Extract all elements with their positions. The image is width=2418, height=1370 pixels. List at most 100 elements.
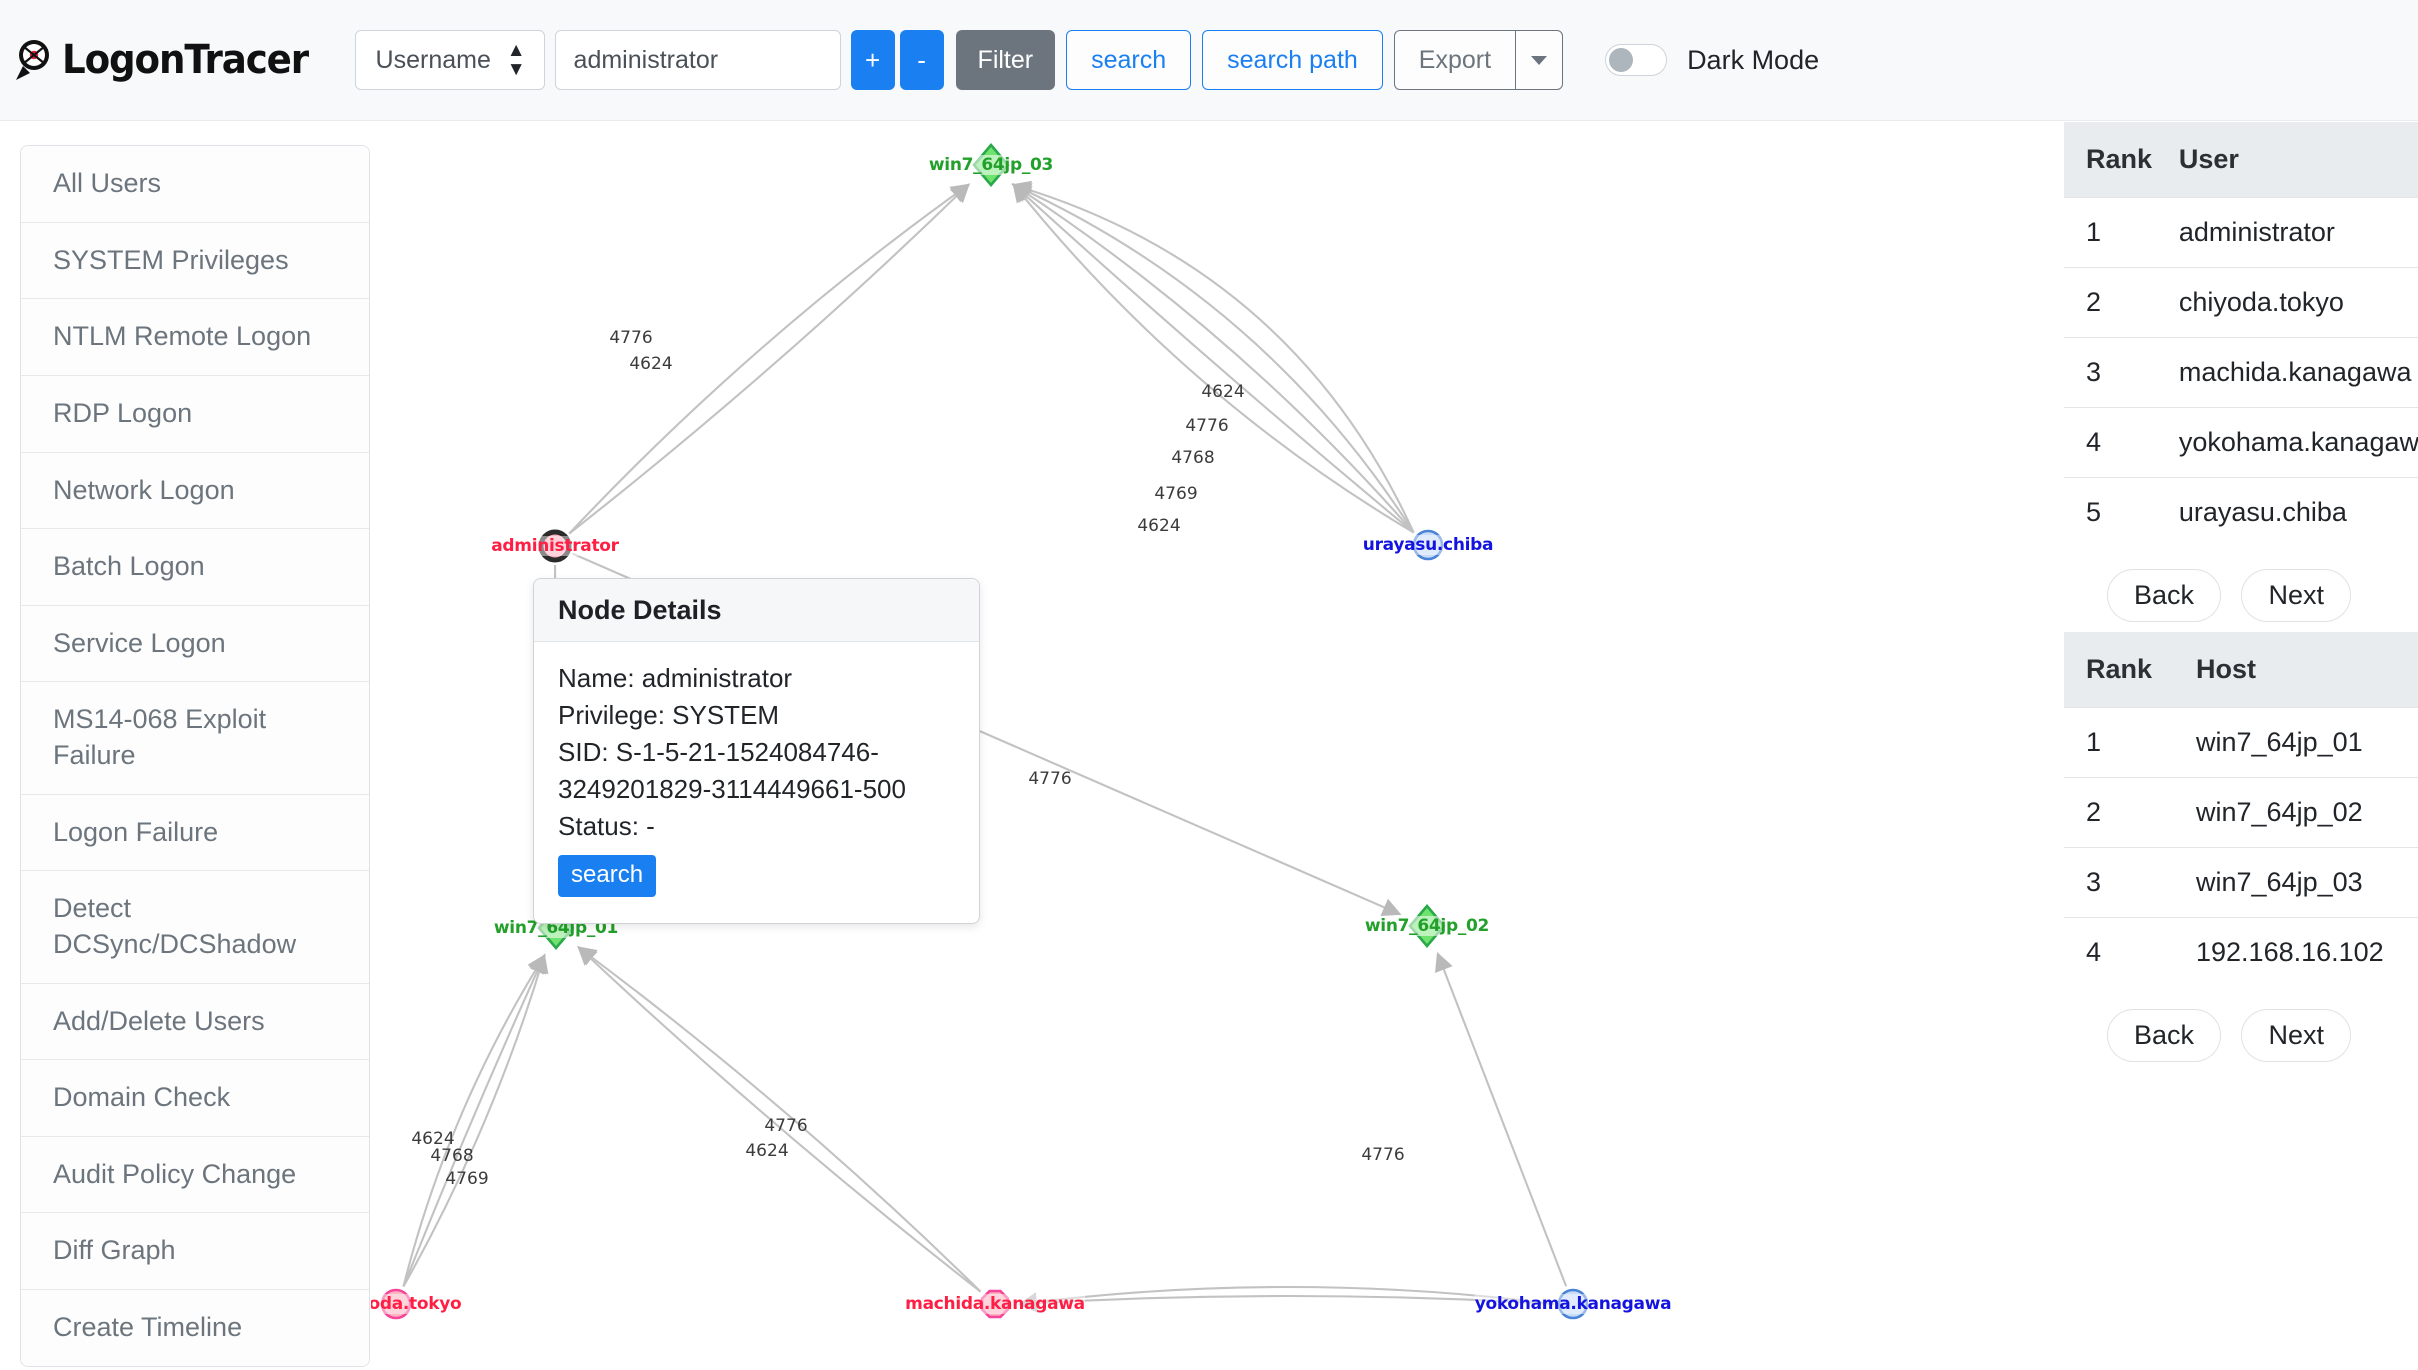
- sidebar-item-label: MS14-068 Exploit Failure: [53, 704, 267, 770]
- rank-panel: Rank User 1 administrator 2 chiyoda.tokyo 3 mac…: [2064, 122, 2418, 1370]
- search-input[interactable]: [554, 30, 841, 90]
- sidebar-item-ms14-068-exploit-failure[interactable]: MS14-068 Exploit Failure: [21, 682, 369, 795]
- host-rank-back-button[interactable]: Back: [2106, 1009, 2222, 1062]
- export-button-group: Export: [1393, 30, 1564, 90]
- name-cell[interactable]: administrator: [2156, 197, 2418, 268]
- table-row[interactable]: 3 win7_64jp_03: [2064, 847, 2418, 918]
- sidebar-item-ntlm-remote-logon[interactable]: NTLM Remote Logon: [21, 299, 369, 376]
- sidebar-item-rdp-logon[interactable]: RDP Logon: [21, 375, 369, 453]
- table-row[interactable]: 1 administrator: [2064, 197, 2418, 268]
- sidebar-item-batch-logon[interactable]: Batch Logon: [21, 529, 369, 606]
- sidebar-item-label: Service Logon: [53, 627, 226, 658]
- sidebar-menu: All Users SYSTEM Privileges NTLM Remote Lo…: [20, 145, 370, 1367]
- graph-edge-label: 4776: [764, 1116, 808, 1136]
- export-dropdown-toggle[interactable]: [1515, 30, 1564, 90]
- table-row[interactable]: 4 yokohama.kanagawa: [2064, 407, 2418, 478]
- updown-arrows-icon: ▲ ▼: [506, 40, 526, 80]
- name-cell[interactable]: machida.kanagawa: [2156, 337, 2418, 408]
- sidebar-item-label: Batch Logon: [53, 551, 205, 582]
- sidebar-item-domain-check[interactable]: Domain Check: [21, 1060, 369, 1137]
- search-path-button[interactable]: search path: [1202, 30, 1383, 90]
- host-rank-next-button[interactable]: Next: [2241, 1009, 2351, 1062]
- graph-node-label: win7_64jp_03: [928, 155, 1054, 175]
- user-rank-back-button[interactable]: Back: [2106, 569, 2222, 622]
- sidebar-item-label: Diff Graph: [53, 1235, 176, 1266]
- table-row[interactable]: 4 192.168.16.102: [2064, 917, 2418, 987]
- graph-edge-label: 4768: [430, 1146, 474, 1166]
- graph-edge-label: 4624: [629, 354, 673, 374]
- sidebar-item-label: NTLM Remote Logon: [53, 321, 312, 352]
- sidebar-item-label: Logon Failure: [53, 816, 219, 847]
- rank-cell: 3: [2064, 847, 2174, 918]
- table-row[interactable]: 5 urayasu.chiba: [2064, 477, 2418, 547]
- user-rank-next-button[interactable]: Next: [2241, 569, 2351, 622]
- sidebar-item-create-timeline[interactable]: Create Timeline: [21, 1290, 369, 1366]
- sidebar-item-all-users[interactable]: All Users: [21, 146, 369, 223]
- table-header-row: Rank User: [2064, 122, 2418, 198]
- graph-edge-label: 4769: [445, 1169, 489, 1189]
- sidebar-item-service-logon[interactable]: Service Logon: [21, 605, 369, 683]
- column-header: Rank: [2064, 632, 2174, 708]
- name-cell[interactable]: 192.168.16.102: [2174, 917, 2418, 987]
- sidebar-item-label: Network Logon: [53, 474, 235, 505]
- name-cell[interactable]: yokohama.kanagawa: [2156, 407, 2418, 478]
- graph-edge[interactable]: [1011, 183, 1415, 534]
- name-cell[interactable]: win7_64jp_01: [2174, 707, 2418, 778]
- rank-cell: 4: [2064, 407, 2157, 478]
- graph-edge[interactable]: [1011, 180, 1415, 533]
- graph-edge[interactable]: [1011, 183, 1415, 534]
- user-rank-pager: Back Next: [2064, 547, 2394, 632]
- sidebar-item-logon-failure[interactable]: Logon Failure: [21, 794, 369, 872]
- table-header-row: Rank Host: [2064, 632, 2418, 708]
- chevron-down-icon: [1531, 55, 1548, 65]
- table-row[interactable]: 2 chiyoda.tokyo: [2064, 267, 2418, 338]
- column-header: User: [2156, 122, 2418, 198]
- search-button[interactable]: search: [1066, 30, 1192, 90]
- graph-node-label: urayasu.chiba: [1362, 535, 1494, 555]
- graph-edge[interactable]: [402, 953, 546, 1287]
- graph-edge[interactable]: [1012, 182, 1415, 534]
- remove-filter-button[interactable]: -: [899, 30, 944, 90]
- rank-cell: 5: [2064, 477, 2157, 547]
- sidebar-item-add-delete-users[interactable]: Add/Delete Users: [21, 983, 369, 1061]
- graph-edge-label: 4624: [1201, 382, 1245, 402]
- sidebar-item-audit-policy-change[interactable]: Audit Policy Change: [21, 1136, 369, 1214]
- graph-edge-label: 4624: [1137, 516, 1181, 536]
- add-filter-button[interactable]: +: [850, 30, 895, 90]
- filter-button[interactable]: Filter: [955, 30, 1056, 90]
- graph-edge-label: 4768: [1171, 448, 1215, 468]
- graph-edge-label: 4769: [1154, 484, 1198, 504]
- sidebar-item-diff-graph[interactable]: Diff Graph: [21, 1213, 369, 1290]
- node-details-title: Node Details: [534, 579, 979, 642]
- rank-cell: 2: [2064, 267, 2157, 338]
- graph-node-label: yokohama.kanagawa: [1474, 1294, 1672, 1314]
- name-cell[interactable]: win7_64jp_03: [2174, 847, 2418, 918]
- table-row[interactable]: 2 win7_64jp_02: [2064, 777, 2418, 848]
- name-cell[interactable]: win7_64jp_02: [2174, 777, 2418, 848]
- node-details-popup: Node Details Name: administrator Privile…: [533, 578, 980, 924]
- graph-edge[interactable]: [1435, 951, 1568, 1287]
- sidebar-item-label: Detect DCSync/DCShadow: [53, 893, 297, 959]
- sidebar-item-label: Add/Delete Users: [53, 1005, 265, 1036]
- graph-edge[interactable]: [1012, 183, 1415, 534]
- sidebar-item-system-privileges[interactable]: SYSTEM Privileges: [21, 222, 369, 300]
- table-row[interactable]: 3 machida.kanagawa: [2064, 337, 2418, 408]
- dark-mode-toggle[interactable]: [1605, 44, 1668, 76]
- graph-edge-label: 4624: [745, 1141, 789, 1161]
- table-row[interactable]: 1 win7_64jp_01: [2064, 707, 2418, 778]
- filter-type-select[interactable]: Username ▲ ▼: [354, 30, 545, 90]
- sidebar-item-label: All Users: [53, 168, 162, 198]
- name-cell[interactable]: urayasu.chiba: [2156, 477, 2418, 547]
- host-rank-table: Rank Host 1 win7_64jp_01 2 win7_64jp_02 3 win7_…: [2064, 632, 2418, 987]
- graph-edge-label: 4776: [1185, 416, 1229, 436]
- name-cell[interactable]: chiyoda.tokyo: [2156, 267, 2418, 338]
- export-button[interactable]: Export: [1393, 30, 1516, 90]
- node-details-search-button[interactable]: search: [558, 854, 657, 897]
- sidebar-item-detect-dcsync-dcshadow[interactable]: Detect DCSync/DCShadow: [21, 871, 369, 984]
- node-detail-privilege: Privilege: SYSTEM: [558, 699, 780, 730]
- app-title: LogonTracer: [62, 37, 309, 83]
- filter-type-value: Username: [375, 45, 491, 74]
- toggle-knob: [1609, 48, 1634, 72]
- graph-edge-label: 4776: [609, 328, 653, 348]
- sidebar-item-network-logon[interactable]: Network Logon: [21, 452, 369, 530]
